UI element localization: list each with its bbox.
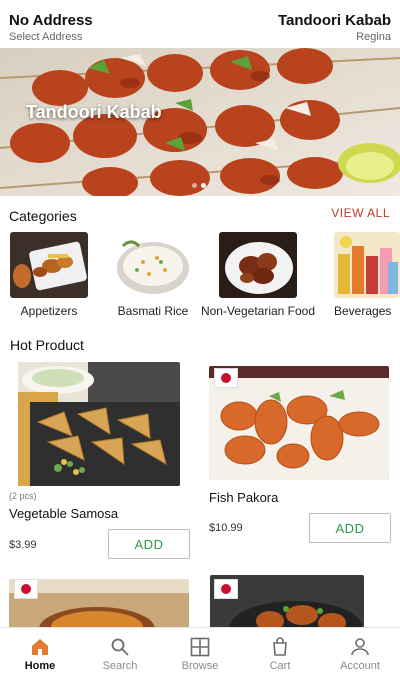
add-to-cart-button[interactable]: ADD [309,513,391,543]
store-selector[interactable]: Tandoori Kabab Regina [278,12,391,44]
store-title: Tandoori Kabab [277,12,391,29]
bottom-tab-bar: Home Search Browse Cart Account [0,627,400,680]
carousel-dots [192,183,206,188]
product-card-partial[interactable] [0,575,200,630]
product-price: $10.99 [209,522,243,534]
category-beverages[interactable]: Beverages [334,232,400,318]
carousel-dot-active[interactable] [201,183,206,188]
hot-product-title: Hot Product [10,337,84,353]
india-flag-icon [214,368,238,388]
banner-caption: Tandoori Kabab [26,102,162,122]
product-quantity: (2 pcs) [9,491,37,501]
product-card-vegetable-samosa[interactable]: (2 pcs) Vegetable Samosa $3.99 ADD [0,360,200,565]
address-selector[interactable]: No Address Select Address [9,12,93,44]
categories-row: Appetizers Basmati Rice Non-Vegetarian F [0,232,400,324]
tab-label: Account [340,659,380,672]
tab-label: Cart [269,659,291,672]
tab-account[interactable]: Account [320,628,400,680]
view-all-link[interactable]: VIEW ALL [331,206,390,220]
category-label: Appetizers [20,304,78,318]
cart-icon [273,636,287,656]
tab-browse[interactable]: Browse [160,628,240,680]
product-card-fish-pakora[interactable]: Fish Pakora $10.99 ADD [200,360,400,565]
category-appetizers[interactable]: Appetizers [10,232,88,318]
product-card-partial[interactable] [200,575,400,630]
tab-label: Home [24,659,56,672]
tab-cart[interactable]: Cart [240,628,320,680]
category-label: Beverages [334,304,392,318]
tab-label: Search [102,659,138,672]
promo-banner[interactable]: Tandoori Kabab [0,48,400,196]
product-image [18,362,180,486]
tab-label: Browse [181,659,219,672]
category-non-vegetarian-food[interactable]: Non-Vegetarian Food [190,232,326,318]
search-icon [111,638,129,656]
category-label: Non-Vegetarian Food [200,304,316,318]
product-name: Fish Pakora [209,490,279,505]
india-flag-icon [214,579,238,599]
tab-home[interactable]: Home [0,628,80,680]
product-name: Vegetable Samosa [9,506,119,521]
add-to-cart-button[interactable]: ADD [108,529,190,559]
carousel-dot[interactable] [192,183,197,188]
product-price: $3.99 [9,539,37,551]
home-icon [32,638,48,655]
account-icon [351,637,369,655]
india-flag-icon [14,579,38,599]
categories-title: Categories [9,208,77,224]
tab-search[interactable]: Search [80,628,160,680]
category-image [10,232,88,298]
address-title: No Address [9,12,93,29]
address-subtitle: Select Address [9,31,83,43]
category-image [113,232,193,298]
store-location: Regina [356,31,391,43]
category-image [334,232,400,298]
app-header: No Address Select Address Tandoori Kabab… [0,0,400,48]
category-image [219,232,297,298]
browse-grid-icon [190,637,210,656]
